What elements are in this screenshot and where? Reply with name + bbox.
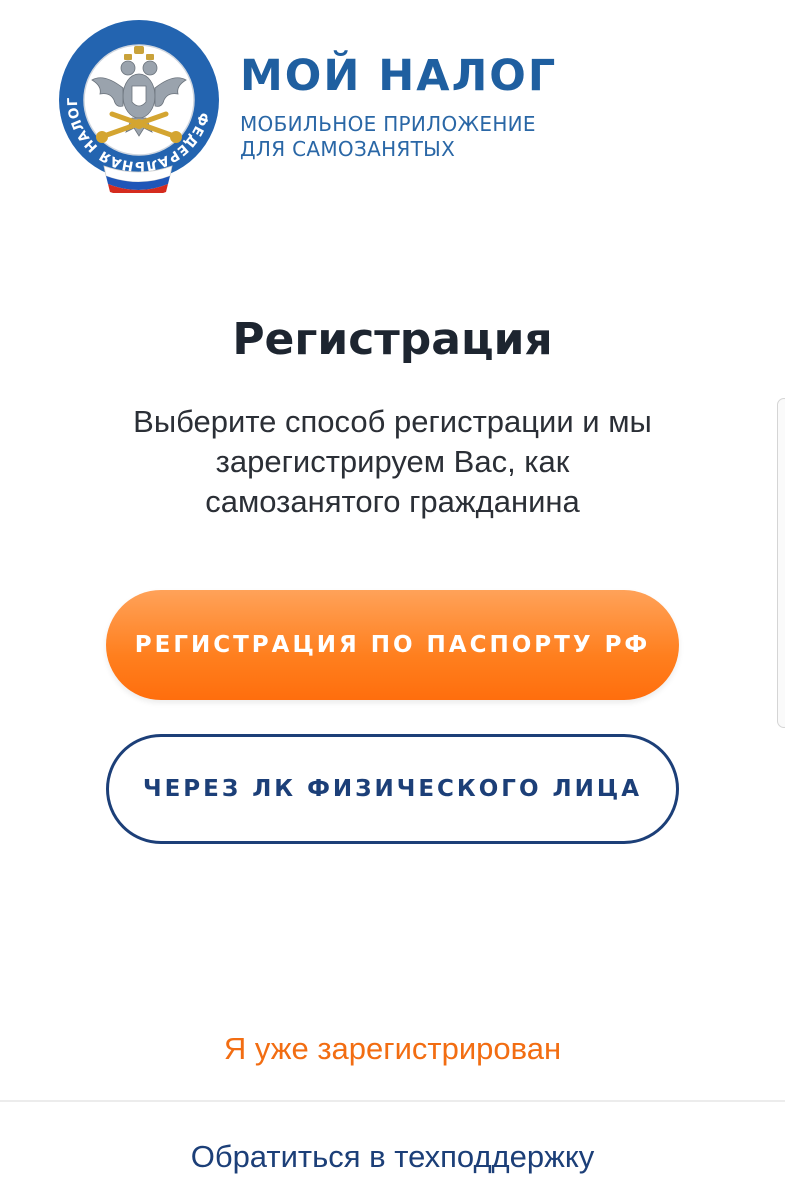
register-via-personal-account-label: ЧЕРЕЗ ЛК ФИЗИЧЕСКОГО ЛИЦА bbox=[142, 776, 642, 802]
register-by-passport-button[interactable]: РЕГИСТРАЦИЯ ПО ПАСПОРТУ РФ bbox=[106, 590, 679, 700]
footer-divider bbox=[0, 1100, 785, 1102]
app-name: МОЙ НАЛОГ bbox=[240, 51, 558, 101]
register-via-personal-account-button[interactable]: ЧЕРЕЗ ЛК ФИЗИЧЕСКОГО ЛИЦА bbox=[106, 734, 679, 844]
fns-emblem-icon: ФЕДЕРАЛЬНАЯ НАЛОГОВАЯ СЛУЖБА bbox=[45, 6, 224, 197]
already-registered-link[interactable]: Я уже зарегистрирован bbox=[0, 1027, 785, 1071]
app-subtitle-line2: ДЛЯ САМОЗАНЯТЫХ bbox=[240, 137, 456, 161]
page-title: Регистрация bbox=[232, 314, 553, 365]
edge-panel-handle[interactable] bbox=[777, 398, 785, 728]
registration-description: Выберите способ регистрации и мы зарегис… bbox=[133, 404, 652, 519]
app-subtitle-line1: МОБИЛЬНОЕ ПРИЛОЖЕНИЕ bbox=[240, 112, 536, 136]
app-subtitle: МОБИЛЬНОЕ ПРИЛОЖЕНИЕ ДЛЯ САМОЗАНЯТЫХ bbox=[240, 112, 536, 162]
registration-screen: ФЕДЕРАЛЬНАЯ НАЛОГОВАЯ СЛУЖБА bbox=[0, 0, 785, 1200]
register-by-passport-label: РЕГИСТРАЦИЯ ПО ПАСПОРТУ РФ bbox=[134, 632, 651, 658]
contact-support-link[interactable]: Обратиться в техподдержку bbox=[0, 1135, 785, 1179]
